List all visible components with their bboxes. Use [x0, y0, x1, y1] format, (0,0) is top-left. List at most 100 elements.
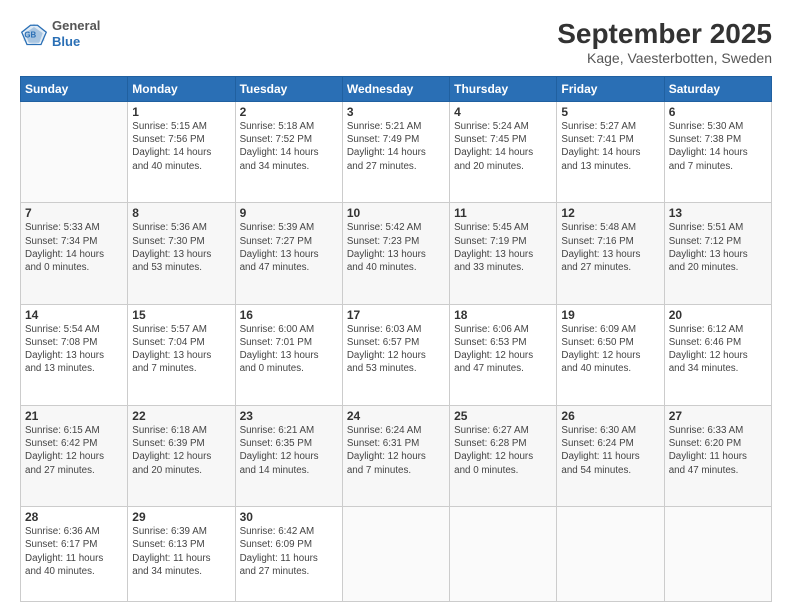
cell-info: Sunrise: 5:30 AM Sunset: 7:38 PM Dayligh… — [669, 120, 767, 173]
cell-info: Sunrise: 5:36 AM Sunset: 7:30 PM Dayligh… — [132, 221, 230, 274]
cell-info: Sunrise: 6:15 AM Sunset: 6:42 PM Dayligh… — [25, 424, 123, 477]
cell-info: Sunrise: 6:06 AM Sunset: 6:53 PM Dayligh… — [454, 323, 552, 376]
calendar-cell — [664, 507, 771, 602]
cell-info: Sunrise: 5:39 AM Sunset: 7:27 PM Dayligh… — [240, 221, 338, 274]
day-header-thursday: Thursday — [450, 77, 557, 102]
calendar-cell: 21Sunrise: 6:15 AM Sunset: 6:42 PM Dayli… — [21, 405, 128, 506]
cell-info: Sunrise: 6:39 AM Sunset: 6:13 PM Dayligh… — [132, 525, 230, 578]
header: GB General Blue September 2025 Kage, Vae… — [20, 18, 772, 66]
cell-info: Sunrise: 5:24 AM Sunset: 7:45 PM Dayligh… — [454, 120, 552, 173]
logo-icon: GB — [20, 20, 48, 48]
calendar-cell: 6Sunrise: 5:30 AM Sunset: 7:38 PM Daylig… — [664, 102, 771, 203]
cell-info: Sunrise: 5:48 AM Sunset: 7:16 PM Dayligh… — [561, 221, 659, 274]
location: Kage, Vaesterbotten, Sweden — [557, 50, 772, 66]
calendar-cell: 4Sunrise: 5:24 AM Sunset: 7:45 PM Daylig… — [450, 102, 557, 203]
day-header-monday: Monday — [128, 77, 235, 102]
calendar-cell: 29Sunrise: 6:39 AM Sunset: 6:13 PM Dayli… — [128, 507, 235, 602]
day-number: 12 — [561, 206, 659, 220]
day-number: 18 — [454, 308, 552, 322]
day-number: 9 — [240, 206, 338, 220]
cell-info: Sunrise: 5:27 AM Sunset: 7:41 PM Dayligh… — [561, 120, 659, 173]
calendar-cell: 16Sunrise: 6:00 AM Sunset: 7:01 PM Dayli… — [235, 304, 342, 405]
cell-info: Sunrise: 6:36 AM Sunset: 6:17 PM Dayligh… — [25, 525, 123, 578]
calendar-cell: 28Sunrise: 6:36 AM Sunset: 6:17 PM Dayli… — [21, 507, 128, 602]
week-row-2: 14Sunrise: 5:54 AM Sunset: 7:08 PM Dayli… — [21, 304, 772, 405]
week-row-0: 1Sunrise: 5:15 AM Sunset: 7:56 PM Daylig… — [21, 102, 772, 203]
calendar-cell — [557, 507, 664, 602]
title-block: September 2025 Kage, Vaesterbotten, Swed… — [557, 18, 772, 66]
cell-info: Sunrise: 5:15 AM Sunset: 7:56 PM Dayligh… — [132, 120, 230, 173]
cell-info: Sunrise: 5:51 AM Sunset: 7:12 PM Dayligh… — [669, 221, 767, 274]
cell-info: Sunrise: 6:27 AM Sunset: 6:28 PM Dayligh… — [454, 424, 552, 477]
calendar-cell: 19Sunrise: 6:09 AM Sunset: 6:50 PM Dayli… — [557, 304, 664, 405]
day-number: 3 — [347, 105, 445, 119]
calendar-cell: 8Sunrise: 5:36 AM Sunset: 7:30 PM Daylig… — [128, 203, 235, 304]
calendar-cell — [21, 102, 128, 203]
cell-info: Sunrise: 6:03 AM Sunset: 6:57 PM Dayligh… — [347, 323, 445, 376]
day-number: 11 — [454, 206, 552, 220]
calendar-cell: 17Sunrise: 6:03 AM Sunset: 6:57 PM Dayli… — [342, 304, 449, 405]
day-number: 7 — [25, 206, 123, 220]
calendar-cell: 1Sunrise: 5:15 AM Sunset: 7:56 PM Daylig… — [128, 102, 235, 203]
day-number: 8 — [132, 206, 230, 220]
cell-info: Sunrise: 6:30 AM Sunset: 6:24 PM Dayligh… — [561, 424, 659, 477]
cell-info: Sunrise: 6:09 AM Sunset: 6:50 PM Dayligh… — [561, 323, 659, 376]
cell-info: Sunrise: 5:18 AM Sunset: 7:52 PM Dayligh… — [240, 120, 338, 173]
day-number: 2 — [240, 105, 338, 119]
day-number: 5 — [561, 105, 659, 119]
calendar-cell: 18Sunrise: 6:06 AM Sunset: 6:53 PM Dayli… — [450, 304, 557, 405]
day-header-sunday: Sunday — [21, 77, 128, 102]
day-number: 30 — [240, 510, 338, 524]
cell-info: Sunrise: 6:42 AM Sunset: 6:09 PM Dayligh… — [240, 525, 338, 578]
page: GB General Blue September 2025 Kage, Vae… — [0, 0, 792, 612]
day-number: 26 — [561, 409, 659, 423]
calendar-cell: 20Sunrise: 6:12 AM Sunset: 6:46 PM Dayli… — [664, 304, 771, 405]
day-header-saturday: Saturday — [664, 77, 771, 102]
calendar-cell: 22Sunrise: 6:18 AM Sunset: 6:39 PM Dayli… — [128, 405, 235, 506]
calendar-cell: 27Sunrise: 6:33 AM Sunset: 6:20 PM Dayli… — [664, 405, 771, 506]
day-number: 24 — [347, 409, 445, 423]
day-number: 14 — [25, 308, 123, 322]
calendar-cell — [450, 507, 557, 602]
logo-text: General Blue — [52, 18, 100, 49]
svg-text:GB: GB — [24, 30, 36, 39]
cell-info: Sunrise: 5:45 AM Sunset: 7:19 PM Dayligh… — [454, 221, 552, 274]
calendar-cell: 2Sunrise: 5:18 AM Sunset: 7:52 PM Daylig… — [235, 102, 342, 203]
cell-info: Sunrise: 6:24 AM Sunset: 6:31 PM Dayligh… — [347, 424, 445, 477]
day-number: 23 — [240, 409, 338, 423]
calendar-cell: 10Sunrise: 5:42 AM Sunset: 7:23 PM Dayli… — [342, 203, 449, 304]
day-number: 27 — [669, 409, 767, 423]
day-number: 19 — [561, 308, 659, 322]
week-row-4: 28Sunrise: 6:36 AM Sunset: 6:17 PM Dayli… — [21, 507, 772, 602]
calendar-cell: 9Sunrise: 5:39 AM Sunset: 7:27 PM Daylig… — [235, 203, 342, 304]
logo: GB General Blue — [20, 18, 100, 49]
day-number: 15 — [132, 308, 230, 322]
day-header-friday: Friday — [557, 77, 664, 102]
calendar-cell: 24Sunrise: 6:24 AM Sunset: 6:31 PM Dayli… — [342, 405, 449, 506]
day-number: 10 — [347, 206, 445, 220]
day-number: 21 — [25, 409, 123, 423]
calendar-cell: 15Sunrise: 5:57 AM Sunset: 7:04 PM Dayli… — [128, 304, 235, 405]
cell-info: Sunrise: 5:42 AM Sunset: 7:23 PM Dayligh… — [347, 221, 445, 274]
calendar-header-row: SundayMondayTuesdayWednesdayThursdayFrid… — [21, 77, 772, 102]
day-number: 1 — [132, 105, 230, 119]
day-number: 29 — [132, 510, 230, 524]
calendar-cell: 5Sunrise: 5:27 AM Sunset: 7:41 PM Daylig… — [557, 102, 664, 203]
calendar-cell — [342, 507, 449, 602]
calendar-cell: 7Sunrise: 5:33 AM Sunset: 7:34 PM Daylig… — [21, 203, 128, 304]
day-header-wednesday: Wednesday — [342, 77, 449, 102]
cell-info: Sunrise: 6:33 AM Sunset: 6:20 PM Dayligh… — [669, 424, 767, 477]
day-number: 28 — [25, 510, 123, 524]
day-header-tuesday: Tuesday — [235, 77, 342, 102]
day-number: 22 — [132, 409, 230, 423]
day-number: 17 — [347, 308, 445, 322]
calendar-cell: 23Sunrise: 6:21 AM Sunset: 6:35 PM Dayli… — [235, 405, 342, 506]
month-year: September 2025 — [557, 18, 772, 50]
cell-info: Sunrise: 6:21 AM Sunset: 6:35 PM Dayligh… — [240, 424, 338, 477]
cell-info: Sunrise: 6:00 AM Sunset: 7:01 PM Dayligh… — [240, 323, 338, 376]
cell-info: Sunrise: 5:33 AM Sunset: 7:34 PM Dayligh… — [25, 221, 123, 274]
day-number: 4 — [454, 105, 552, 119]
calendar-cell: 14Sunrise: 5:54 AM Sunset: 7:08 PM Dayli… — [21, 304, 128, 405]
day-number: 6 — [669, 105, 767, 119]
calendar-cell: 30Sunrise: 6:42 AM Sunset: 6:09 PM Dayli… — [235, 507, 342, 602]
